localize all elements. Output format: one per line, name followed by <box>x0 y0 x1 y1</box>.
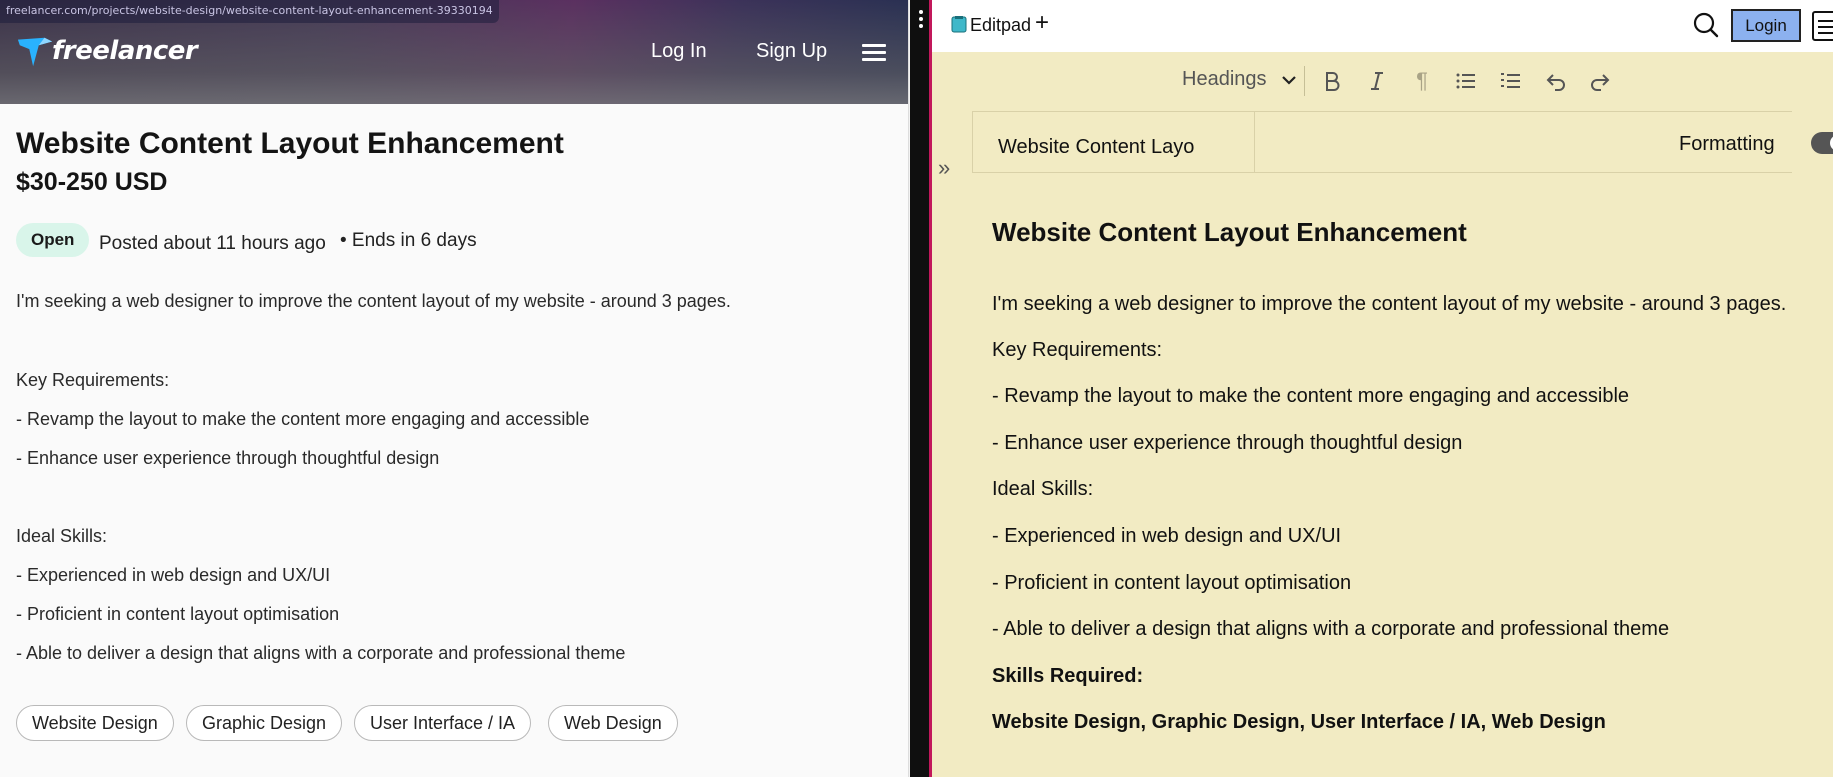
skill-chip-user-interface[interactable]: User Interface / IA <box>354 705 532 741</box>
login-link[interactable]: Log In <box>651 40 707 63</box>
formatting-label: Formatting <box>1679 133 1775 155</box>
document-line: - Proficient in content layout optimisat… <box>992 572 1352 594</box>
document-tab-label: Website Content Layo <box>998 136 1195 158</box>
numbered-list-icon[interactable] <box>1496 66 1526 96</box>
formatting-toggle[interactable] <box>1811 132 1833 154</box>
toolbar-divider <box>1304 66 1305 96</box>
brand-wordmark: freelancer <box>52 36 198 66</box>
redo-icon[interactable] <box>1585 66 1615 96</box>
notepad-icon <box>951 16 967 33</box>
document-tabbar: Website Content Layo Formatting <box>972 111 1833 173</box>
login-button[interactable]: Login <box>1731 9 1801 42</box>
description-line: I'm seeking a web designer to improve th… <box>16 291 731 311</box>
skills-heading: Skills Required: <box>992 665 1144 687</box>
freelancer-bird-icon <box>17 37 53 67</box>
status-badge: Open <box>16 223 90 257</box>
project-budget: $30-250 USD <box>16 168 168 196</box>
document-line: - Enhance user experience through though… <box>992 432 1463 454</box>
new-tab-button[interactable]: + <box>1035 11 1049 35</box>
description-line: - Enhance user experience through though… <box>16 448 440 468</box>
undo-icon[interactable] <box>1541 66 1571 96</box>
drag-handle-icon[interactable] <box>917 10 925 32</box>
headings-dropdown[interactable]: Headings <box>1182 68 1267 91</box>
skill-chip-web-design[interactable]: Web Design <box>548 705 678 741</box>
document-line: - Able to deliver a design that aligns w… <box>992 618 1670 640</box>
document-line: - Experienced in web design and UX/UI <box>992 525 1342 547</box>
url-tooltip: freelancer.com/projects/website-design/w… <box>0 0 499 23</box>
signup-link[interactable]: Sign Up <box>756 40 827 63</box>
editpad-topbar: Editpad + Login <box>932 0 1833 52</box>
document-line: Key Requirements: <box>992 339 1163 361</box>
skill-chip-website-design[interactable]: Website Design <box>16 705 174 741</box>
paragraph-icon[interactable]: ¶ <box>1407 66 1437 96</box>
italic-icon[interactable] <box>1362 66 1392 96</box>
description-line: - Revamp the layout to make the content … <box>16 409 590 429</box>
ends-time: • Ends in 6 days <box>340 230 477 251</box>
description-line: - Experienced in web design and UX/UI <box>16 565 331 585</box>
app-title: Editpad <box>970 15 1032 35</box>
collapse-sidebar-button[interactable]: » <box>938 155 950 181</box>
posted-time: Posted about 11 hours ago <box>99 233 326 254</box>
freelancer-logo[interactable]: freelancer <box>16 32 198 70</box>
description-line: Key Requirements: <box>16 370 170 390</box>
description-line: Ideal Skills: <box>16 526 108 546</box>
bullet-list-icon[interactable] <box>1451 66 1481 96</box>
project-title: Website Content Layout Enhancement <box>16 127 564 160</box>
format-toolbar: Headings ¶ <box>932 52 1833 108</box>
tab-document[interactable]: Website Content Layo <box>973 112 1255 172</box>
hamburger-menu-icon[interactable] <box>862 44 886 62</box>
split-divider[interactable] <box>910 0 932 777</box>
chevron-down-icon[interactable] <box>1281 72 1297 88</box>
menu-icon[interactable] <box>1812 11 1833 41</box>
skills-line: Website Design, Graphic Design, User Int… <box>992 711 1606 733</box>
description-line: - Able to deliver a design that aligns w… <box>16 643 626 663</box>
bold-icon[interactable] <box>1317 66 1347 96</box>
site-header: freelancer.com/projects/website-design/w… <box>0 0 910 104</box>
search-icon[interactable] <box>1693 12 1719 38</box>
editpad-panel: Editpad + Login Headings ¶ » Website Con… <box>932 0 1833 777</box>
skill-chip-graphic-design[interactable]: Graphic Design <box>186 705 343 741</box>
document-line: - Revamp the layout to make the content … <box>992 385 1630 407</box>
document-line: Ideal Skills: <box>992 478 1094 500</box>
freelancer-page: freelancer.com/projects/website-design/w… <box>0 0 910 777</box>
document-heading: Website Content Layout Enhancement <box>992 217 1467 247</box>
description-line: - Proficient in content layout optimisat… <box>16 604 340 624</box>
document-line: I'm seeking a web designer to improve th… <box>992 293 1787 315</box>
